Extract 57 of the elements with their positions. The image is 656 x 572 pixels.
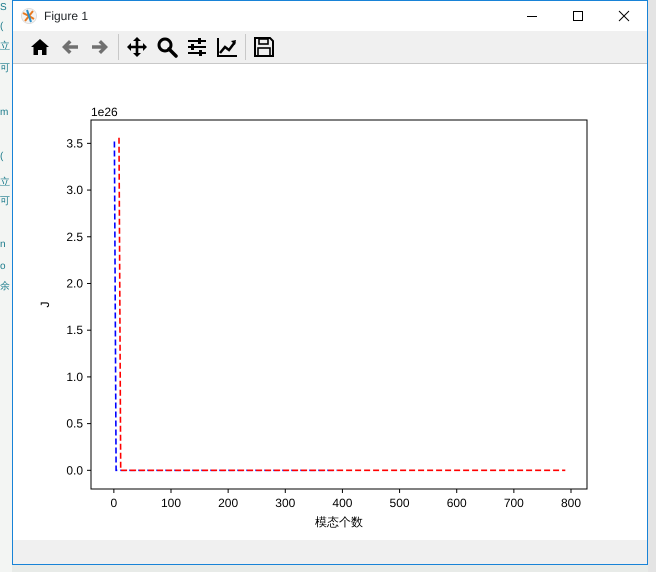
tick-label: 1.0 <box>66 370 83 384</box>
tick-label: 1.5 <box>66 324 83 338</box>
tick-mark <box>113 488 114 494</box>
background-text: 可 <box>0 195 10 208</box>
axis-label: 模态个数 <box>315 515 363 530</box>
tick-label: 700 <box>504 496 524 510</box>
close-icon <box>618 10 630 22</box>
background-text: m <box>0 106 8 119</box>
tick-mark <box>513 488 514 494</box>
app-icon <box>21 8 37 24</box>
tick-mark <box>86 283 92 284</box>
tick-mark <box>86 190 92 191</box>
maximize-icon <box>572 10 584 22</box>
tick-mark <box>86 376 92 378</box>
window-title: Figure 1 <box>44 8 88 25</box>
background-text: S <box>0 1 7 14</box>
tick-label: 2.5 <box>66 230 83 244</box>
tick-mark <box>342 488 343 494</box>
background-text: 可 <box>0 62 10 75</box>
offset-label: 1e26 <box>91 105 118 120</box>
tick-mark <box>399 488 400 494</box>
tick-mark <box>170 488 172 494</box>
tick-label: 500 <box>390 496 410 510</box>
tick-label: 100 <box>160 496 182 510</box>
tick-mark <box>228 488 229 494</box>
tick-label: 0 <box>110 496 118 510</box>
tick-mark <box>570 488 572 494</box>
background-text: 立 <box>0 40 10 53</box>
search-icon <box>156 36 178 58</box>
background-text: 立 <box>0 176 10 189</box>
tick-mark <box>86 236 92 238</box>
tick-label: 600 <box>446 496 467 510</box>
tick-label: 0.5 <box>66 417 83 432</box>
background-text: 余 <box>0 280 10 293</box>
line-chart-icon <box>216 36 238 58</box>
tick-mark <box>86 143 92 144</box>
tick-label: 300 <box>275 496 296 510</box>
tick-mark <box>456 488 458 494</box>
tick-mark <box>86 424 92 425</box>
tick-mark <box>86 470 92 472</box>
background-text: n <box>0 238 6 251</box>
tick-label: 0.0 <box>66 464 83 478</box>
tick-label: 2.0 <box>66 276 83 291</box>
background-text: ( <box>0 20 4 33</box>
sliders-icon <box>186 36 208 58</box>
tick-label: 800 <box>560 496 582 510</box>
tick-mark <box>86 330 92 332</box>
save-icon <box>253 36 275 58</box>
background-text: ( <box>0 150 4 163</box>
background-text: o <box>0 260 6 273</box>
tick-label: 400 <box>332 496 352 510</box>
move-icon <box>126 36 148 58</box>
tick-label: 3.5 <box>66 136 83 151</box>
tick-label: 3.0 <box>66 183 83 198</box>
axis-label: J <box>38 302 52 308</box>
tick-mark <box>284 488 286 494</box>
tick-label: 200 <box>218 496 238 510</box>
